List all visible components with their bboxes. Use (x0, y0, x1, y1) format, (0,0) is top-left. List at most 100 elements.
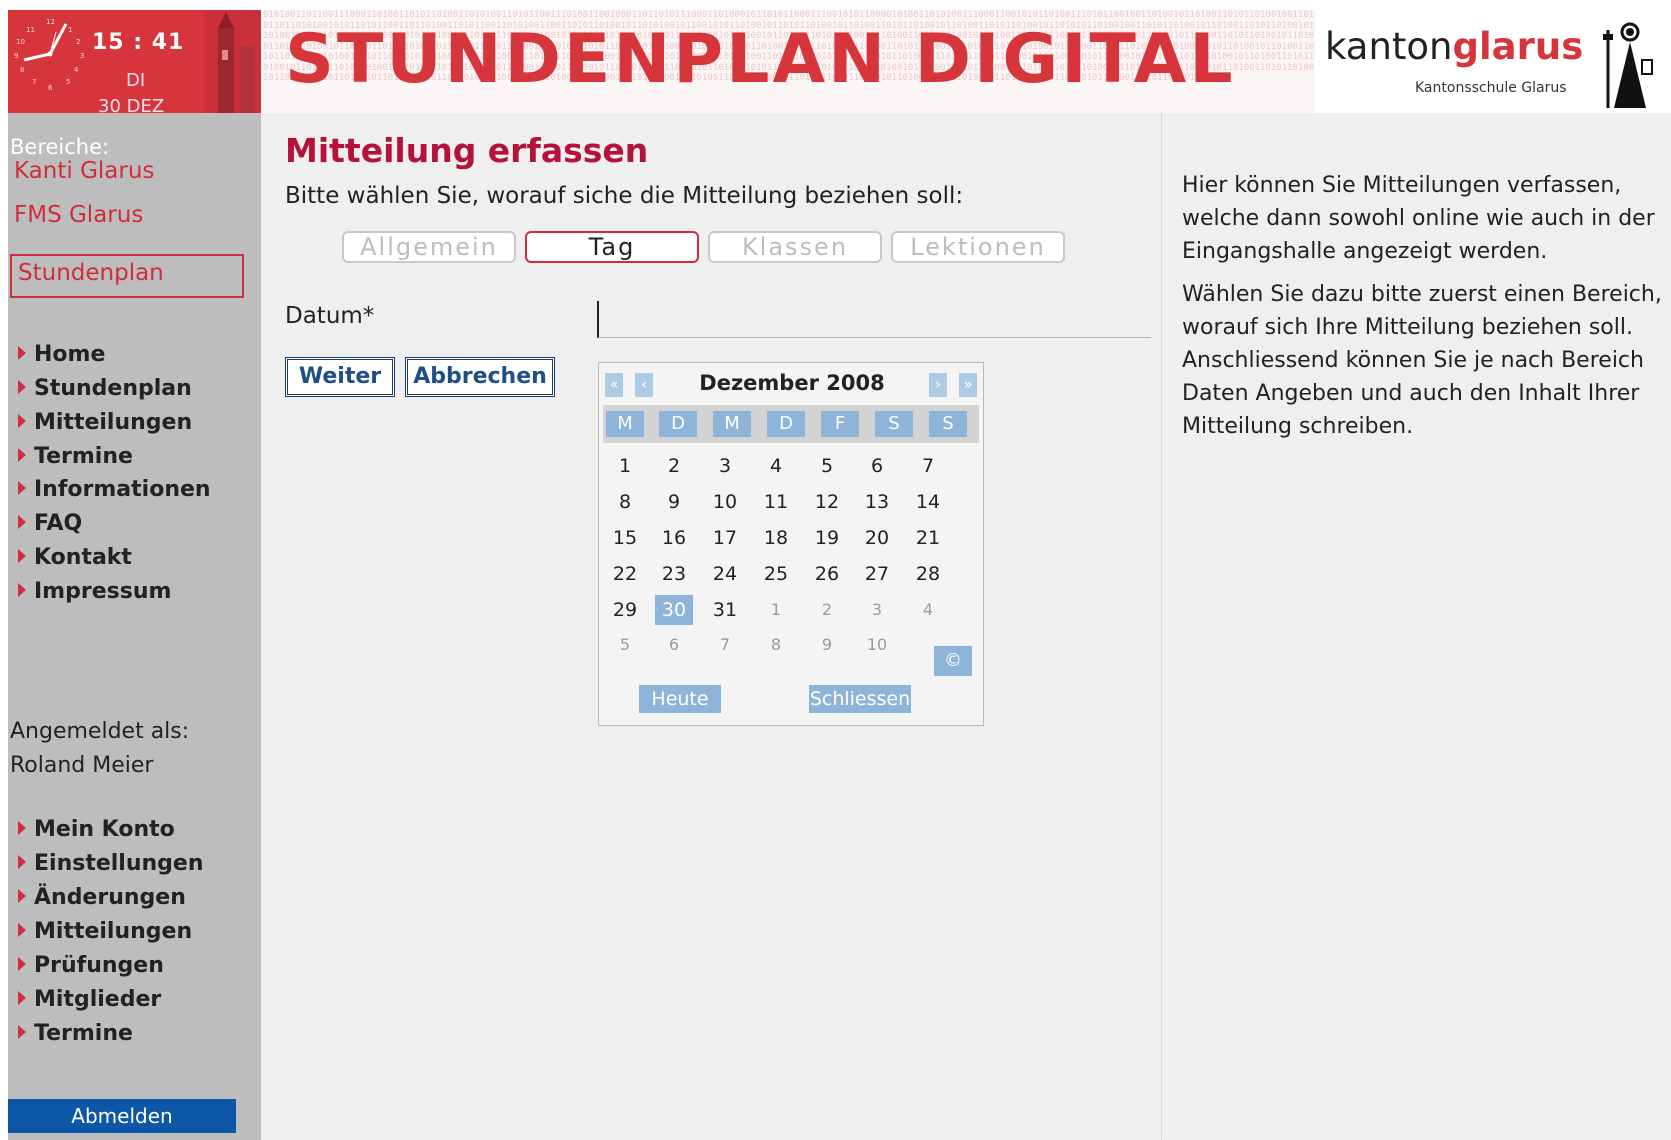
nav-label: Mitteilungen (34, 919, 193, 944)
logo-kanton-text: kanton (1325, 25, 1453, 68)
clock-day: DI (126, 70, 146, 91)
next-year-icon[interactable]: » (959, 373, 977, 397)
calendar-day[interactable]: 7 (703, 630, 747, 660)
calendar-day-selected[interactable]: 30 (655, 595, 693, 625)
calendar-day[interactable]: 23 (652, 559, 696, 589)
calendar-day[interactable]: 11 (754, 487, 798, 517)
logo-subtitle: Kantonsschule Glarus (1415, 80, 1567, 96)
calendar-day[interactable]: 4 (906, 595, 950, 625)
calendar-day[interactable]: 28 (906, 559, 950, 589)
calendar-day[interactable]: 8 (603, 487, 647, 517)
area-link-fms-glarus[interactable]: FMS Glarus (14, 202, 143, 228)
prev-year-icon[interactable]: « (605, 373, 623, 397)
calendar-day[interactable]: 24 (703, 559, 747, 589)
sidebar: Bereiche: Kanti Glarus FMS Glarus Stunde… (8, 113, 261, 1140)
nav-label: Prüfungen (34, 953, 164, 978)
nav-label: Termine (34, 1021, 133, 1046)
nav-user-termine[interactable]: Termine (18, 1021, 133, 1046)
calendar-day[interactable]: 4 (754, 451, 798, 481)
calendar-day[interactable]: 1 (754, 595, 798, 625)
area-link-stundenplan-selected[interactable]: Stundenplan (10, 254, 244, 298)
calendar-day[interactable]: 6 (855, 451, 899, 481)
type-button-klassen[interactable]: Klassen (708, 231, 882, 263)
calendar-day[interactable]: 2 (652, 451, 696, 481)
copyright-today-icon[interactable]: © (934, 646, 972, 676)
arrow-right-icon (18, 889, 26, 903)
svg-text:11: 11 (26, 26, 35, 34)
nav-termine[interactable]: Termine (18, 444, 133, 469)
svg-text:2: 2 (76, 38, 80, 46)
calendar-day[interactable]: 2 (805, 595, 849, 625)
calendar-day[interactable]: 16 (652, 523, 696, 553)
calendar-day[interactable]: 31 (703, 595, 747, 625)
datum-input[interactable] (597, 301, 1151, 338)
church-tower-photo (204, 10, 261, 113)
calendar-day[interactable]: 7 (906, 451, 950, 481)
calendar-day[interactable]: 5 (805, 451, 849, 481)
calendar-day[interactable]: 1 (603, 451, 647, 481)
svg-text:9: 9 (14, 52, 18, 60)
type-button-lektionen[interactable]: Lektionen (891, 231, 1065, 263)
nav-mein-konto[interactable]: Mein Konto (18, 817, 175, 842)
logout-button[interactable]: Abmelden (8, 1099, 236, 1133)
nav-pruefungen[interactable]: Prüfungen (18, 953, 164, 978)
nav-user-mitteilungen[interactable]: Mitteilungen (18, 919, 192, 944)
calendar-day[interactable]: 14 (906, 487, 950, 517)
page-title: Mitteilung erfassen (285, 131, 649, 170)
nav-informationen[interactable]: Informationen (18, 477, 211, 502)
calendar-day[interactable]: 12 (805, 487, 849, 517)
calendar-day[interactable]: 10 (855, 630, 899, 660)
abbrechen-button[interactable]: Abbrechen (405, 357, 555, 397)
clock-face-icon: 1212 345 678 91011 (14, 18, 84, 92)
calendar-day[interactable]: 8 (754, 630, 798, 660)
calendar-day[interactable]: 26 (805, 559, 849, 589)
calendar-day[interactable]: 19 (805, 523, 849, 553)
arrow-right-icon (18, 583, 26, 597)
arrow-right-icon (18, 821, 26, 835)
calendar-day[interactable]: 3 (703, 451, 747, 481)
calendar-day[interactable]: 18 (754, 523, 798, 553)
nav-label: Mein Konto (34, 817, 175, 842)
nav-stundenplan[interactable]: Stundenplan (18, 376, 192, 401)
calendar-day[interactable]: 25 (754, 559, 798, 589)
nav-einstellungen[interactable]: Einstellungen (18, 851, 204, 876)
calendar-close-button[interactable]: Schliessen (809, 685, 911, 713)
weekday-label: F (821, 411, 859, 437)
calendar-day[interactable]: 5 (603, 630, 647, 660)
next-month-icon[interactable]: › (929, 373, 947, 397)
info-paragraph-2: Wählen Sie dazu bitte zuerst einen Berei… (1182, 282, 1662, 439)
nav-home[interactable]: Home (18, 342, 105, 367)
clock-date: 30 DEZ (98, 96, 165, 113)
prev-month-icon[interactable]: ‹ (635, 373, 653, 397)
weiter-button[interactable]: Weiter (285, 357, 395, 397)
nav-faq[interactable]: FAQ (18, 511, 82, 536)
calendar-day[interactable]: 21 (906, 523, 950, 553)
calendar-month-title: Dezember 2008 (699, 371, 885, 395)
area-link-stundenplan[interactable]: Stundenplan (18, 260, 164, 286)
nav-label: Änderungen (34, 885, 186, 910)
type-button-tag[interactable]: Tag (525, 231, 699, 263)
calendar-day[interactable]: 22 (603, 559, 647, 589)
nav-kontakt[interactable]: Kontakt (18, 545, 132, 570)
arrow-right-icon (18, 991, 26, 1005)
type-button-allgemein[interactable]: Allgemein (342, 231, 516, 263)
nav-mitteilungen[interactable]: Mitteilungen (18, 410, 192, 435)
calendar-day[interactable]: 3 (855, 595, 899, 625)
calendar-header: Dezember 2008 « ‹ › » (599, 363, 985, 403)
nav-aenderungen[interactable]: Änderungen (18, 885, 186, 910)
calendar-day[interactable]: 15 (603, 523, 647, 553)
calendar-day[interactable]: 6 (652, 630, 696, 660)
calendar-day[interactable]: 20 (855, 523, 899, 553)
calendar-today-button[interactable]: Heute (639, 685, 721, 713)
calendar-day[interactable]: 27 (855, 559, 899, 589)
calendar-day[interactable]: 17 (703, 523, 747, 553)
calendar-day[interactable]: 29 (603, 595, 647, 625)
calendar-day[interactable]: 9 (805, 630, 849, 660)
calendar-day[interactable]: 10 (703, 487, 747, 517)
area-link-kanti-glarus[interactable]: Kanti Glarus (14, 158, 154, 184)
nav-label: Informationen (34, 477, 211, 502)
calendar-day[interactable]: 13 (855, 487, 899, 517)
calendar-day[interactable]: 9 (652, 487, 696, 517)
nav-impressum[interactable]: Impressum (18, 579, 171, 604)
nav-mitglieder[interactable]: Mitglieder (18, 987, 161, 1012)
